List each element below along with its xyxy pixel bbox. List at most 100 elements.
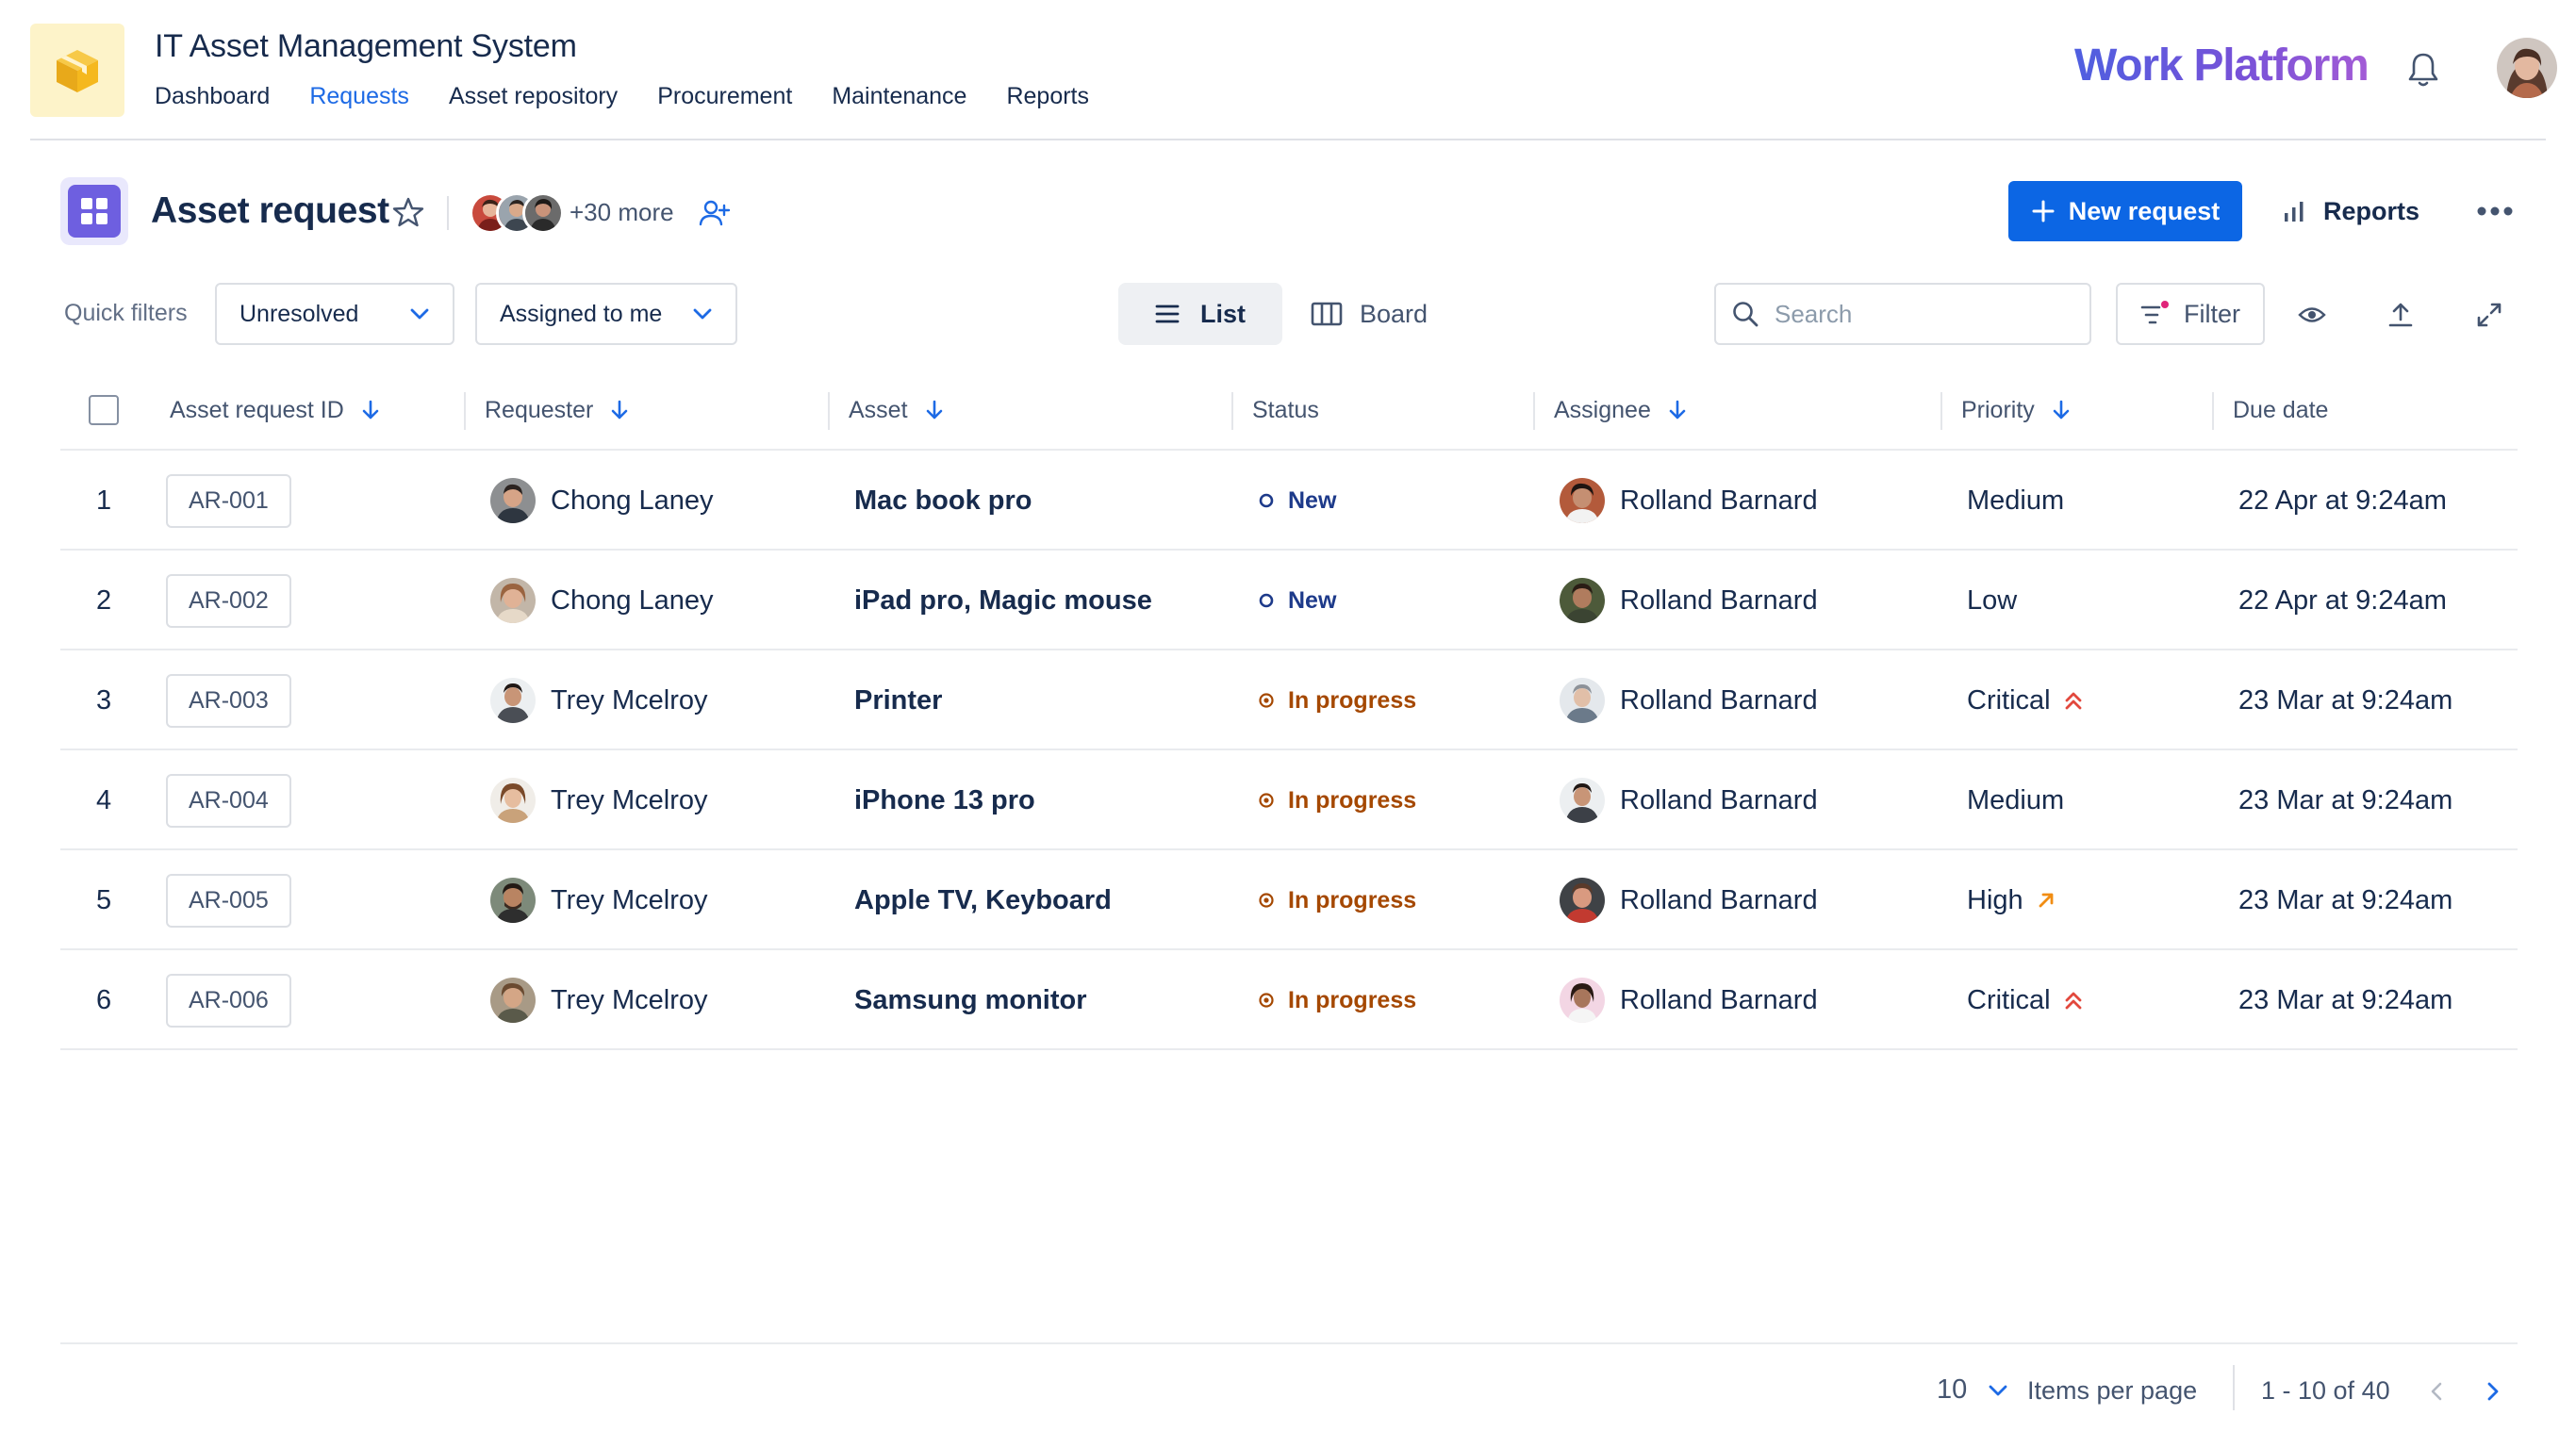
filter-button[interactable]: Filter: [2116, 283, 2265, 345]
add-user-icon[interactable]: [698, 196, 732, 230]
due-date: 22 Apr at 9:24am: [2238, 485, 2447, 516]
request-id-tag[interactable]: AR-005: [166, 873, 291, 928]
brand-logo: Work Platform: [2074, 41, 2370, 90]
column-header-assignee[interactable]: Assignee: [1533, 370, 1687, 451]
member-avatars[interactable]: [470, 192, 573, 234]
status-in-progress-icon: [1259, 893, 1274, 908]
assignee-name: Rolland Barnard: [1620, 684, 1818, 716]
chevron-down-icon: [1989, 1385, 2007, 1395]
search-input[interactable]: [1775, 299, 2057, 329]
reports-button[interactable]: Reports: [2282, 181, 2419, 241]
row-number: 5: [96, 884, 112, 915]
status-in-progress-icon: [1259, 793, 1274, 808]
nav-maintenance[interactable]: Maintenance: [832, 83, 966, 110]
nav-dashboard[interactable]: Dashboard: [155, 83, 270, 110]
list-view-tab[interactable]: List: [1118, 283, 1282, 345]
nav-reports[interactable]: Reports: [1006, 83, 1089, 110]
fullscreen-button[interactable]: [2469, 294, 2510, 336]
assignee-name: Rolland Barnard: [1620, 485, 1818, 516]
priority-cell: High: [1967, 850, 2056, 950]
select-all-checkbox[interactable]: [89, 395, 119, 425]
table-row[interactable]: 5 AR-005 Trey Mcelroy Apple TV, Keyboard…: [60, 850, 2518, 950]
chevron-left-icon: [2431, 1382, 2442, 1401]
chevron-right-icon: [2487, 1382, 2499, 1401]
bar-chart-icon: [2285, 202, 2304, 222]
footer-divider: [60, 1342, 2518, 1344]
table-body: 1 AR-001 Chong Laney Mac book pro New Ro…: [60, 451, 2518, 1050]
assignee-avatar: [1560, 678, 1605, 723]
column-header-id[interactable]: Asset request ID: [170, 370, 380, 451]
board-view-tab[interactable]: Board: [1311, 283, 1428, 345]
items-per-page-select[interactable]: 10: [1937, 1374, 2008, 1406]
table-row[interactable]: 3 AR-003 Trey Mcelroy Printer In progres…: [60, 650, 2518, 750]
new-request-button[interactable]: New request: [2008, 181, 2242, 241]
asset-name: Apple TV, Keyboard: [854, 884, 1112, 915]
reports-label: Reports: [2323, 196, 2420, 225]
user-avatar[interactable]: [2497, 38, 2557, 98]
status-in-progress-icon: [1259, 693, 1274, 708]
header-divider: [447, 196, 449, 230]
asset-name: Samsung monitor: [854, 984, 1087, 1015]
filter-icon: [2140, 301, 2169, 324]
column-header-asset[interactable]: Asset: [828, 370, 944, 451]
app-logo[interactable]: [30, 24, 124, 117]
chevron-down-icon: [693, 308, 712, 320]
requester-avatar: [490, 678, 536, 723]
row-number: 6: [96, 984, 112, 1015]
requester-cell: Chong Laney: [490, 551, 714, 650]
status-badge: In progress: [1258, 650, 1416, 750]
priority-critical-icon: [2065, 992, 2082, 1010]
column-header-status[interactable]: Status: [1231, 370, 1319, 451]
chevron-down-icon: [410, 308, 429, 320]
more-members-count[interactable]: +30 more: [570, 198, 674, 227]
row-number: 2: [96, 584, 112, 616]
watch-button[interactable]: [2291, 294, 2333, 336]
requester-name: Trey Mcelroy: [551, 884, 708, 915]
request-id-tag[interactable]: AR-006: [166, 973, 291, 1028]
requester-avatar: [490, 978, 536, 1023]
status-new-icon: [1259, 593, 1274, 608]
column-header-due-date[interactable]: Due date: [2212, 370, 2328, 451]
table-row[interactable]: 6 AR-006 Trey Mcelroy Samsung monitor In…: [60, 950, 2518, 1050]
assignee-cell: Rolland Barnard: [1560, 950, 1818, 1050]
priority-label: Critical: [1967, 984, 2051, 1015]
assignee-cell: Rolland Barnard: [1560, 551, 1818, 650]
search-box[interactable]: [1714, 283, 2091, 345]
export-button[interactable]: [2380, 294, 2421, 336]
priority-cell: Medium: [1967, 750, 2064, 850]
asset-name: Printer: [854, 684, 943, 716]
priority-label: Low: [1967, 584, 2018, 616]
column-header-priority[interactable]: Priority: [1940, 370, 2071, 451]
sort-arrow-icon: [612, 400, 628, 420]
page-title: Asset request: [151, 190, 389, 231]
table-row[interactable]: 4 AR-004 Trey Mcelroy iPhone 13 pro In p…: [60, 750, 2518, 850]
top-nav: Dashboard Requests Asset repository Proc…: [155, 83, 1089, 110]
due-date: 23 Mar at 9:24am: [2238, 984, 2453, 1015]
more-options-button[interactable]: [2470, 194, 2519, 228]
new-request-label: New request: [2068, 196, 2221, 225]
table-row[interactable]: 2 AR-002 Chong Laney iPad pro, Magic mou…: [60, 551, 2518, 650]
status-filter-select[interactable]: Unresolved: [215, 283, 454, 345]
previous-page-button[interactable]: [2419, 1373, 2453, 1410]
nav-procurement[interactable]: Procurement: [657, 83, 792, 110]
table-row[interactable]: 1 AR-001 Chong Laney Mac book pro New Ro…: [60, 451, 2518, 551]
assignee-avatar: [1560, 478, 1605, 523]
assignee-cell: Rolland Barnard: [1560, 451, 1818, 551]
star-icon[interactable]: [392, 196, 424, 228]
request-id-tag[interactable]: AR-003: [166, 673, 291, 728]
filter-label: Filter: [2184, 299, 2240, 328]
request-id-tag[interactable]: AR-002: [166, 573, 291, 628]
requester-avatar: [490, 778, 536, 823]
nav-requests[interactable]: Requests: [309, 83, 409, 110]
bell-icon[interactable]: [2406, 51, 2440, 89]
column-header-requester[interactable]: Requester: [464, 370, 629, 451]
next-page-button[interactable]: [2476, 1373, 2510, 1410]
assignee-avatar: [1560, 578, 1605, 623]
nav-asset-repository[interactable]: Asset repository: [449, 83, 618, 110]
top-bar: IT Asset Management System Dashboard Req…: [0, 0, 2576, 140]
request-id-tag[interactable]: AR-001: [166, 473, 291, 528]
assignee-filter-select[interactable]: Assigned to me: [475, 283, 737, 345]
pagination-range: 1 - 10 of 40: [2261, 1376, 2390, 1405]
request-id-tag[interactable]: AR-004: [166, 773, 291, 828]
items-per-page-value: 10: [1937, 1374, 1968, 1405]
